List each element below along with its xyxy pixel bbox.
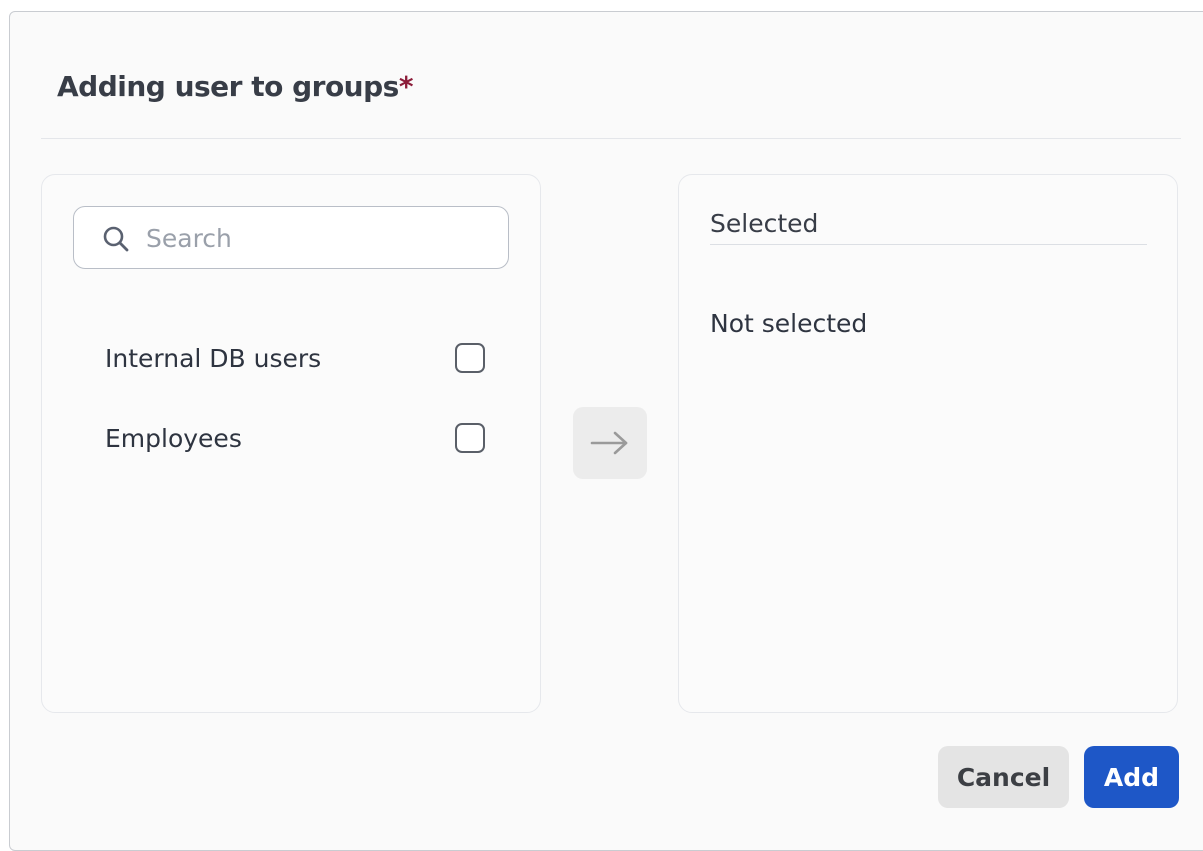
search-box[interactable] bbox=[73, 206, 509, 269]
arrow-right-icon bbox=[590, 431, 628, 455]
dialog-title: Adding user to groups* bbox=[57, 70, 413, 103]
move-to-selected-button[interactable] bbox=[573, 407, 647, 479]
search-input[interactable] bbox=[146, 221, 486, 255]
selected-header: Selected bbox=[710, 209, 819, 238]
available-groups-panel: Internal DB users Employees bbox=[41, 174, 541, 713]
required-marker: * bbox=[398, 70, 414, 103]
group-option-label: Internal DB users bbox=[105, 343, 322, 373]
add-to-groups-dialog: Adding user to groups* Internal DB users… bbox=[9, 11, 1203, 851]
group-checkbox[interactable] bbox=[455, 343, 485, 373]
group-option-label: Employees bbox=[105, 423, 242, 453]
group-checkbox[interactable] bbox=[455, 423, 485, 453]
selected-groups-panel: Selected Not selected bbox=[678, 174, 1178, 713]
group-option-employees[interactable]: Employees bbox=[105, 418, 485, 458]
search-icon bbox=[103, 226, 129, 252]
group-option-internal-db-users[interactable]: Internal DB users bbox=[105, 338, 485, 378]
selected-header-divider bbox=[710, 244, 1147, 245]
title-divider bbox=[41, 138, 1181, 139]
empty-selection-text: Not selected bbox=[710, 309, 868, 338]
dialog-title-text: Adding user to groups bbox=[57, 70, 399, 103]
cancel-button[interactable]: Cancel bbox=[938, 746, 1069, 808]
add-button[interactable]: Add bbox=[1084, 746, 1179, 808]
